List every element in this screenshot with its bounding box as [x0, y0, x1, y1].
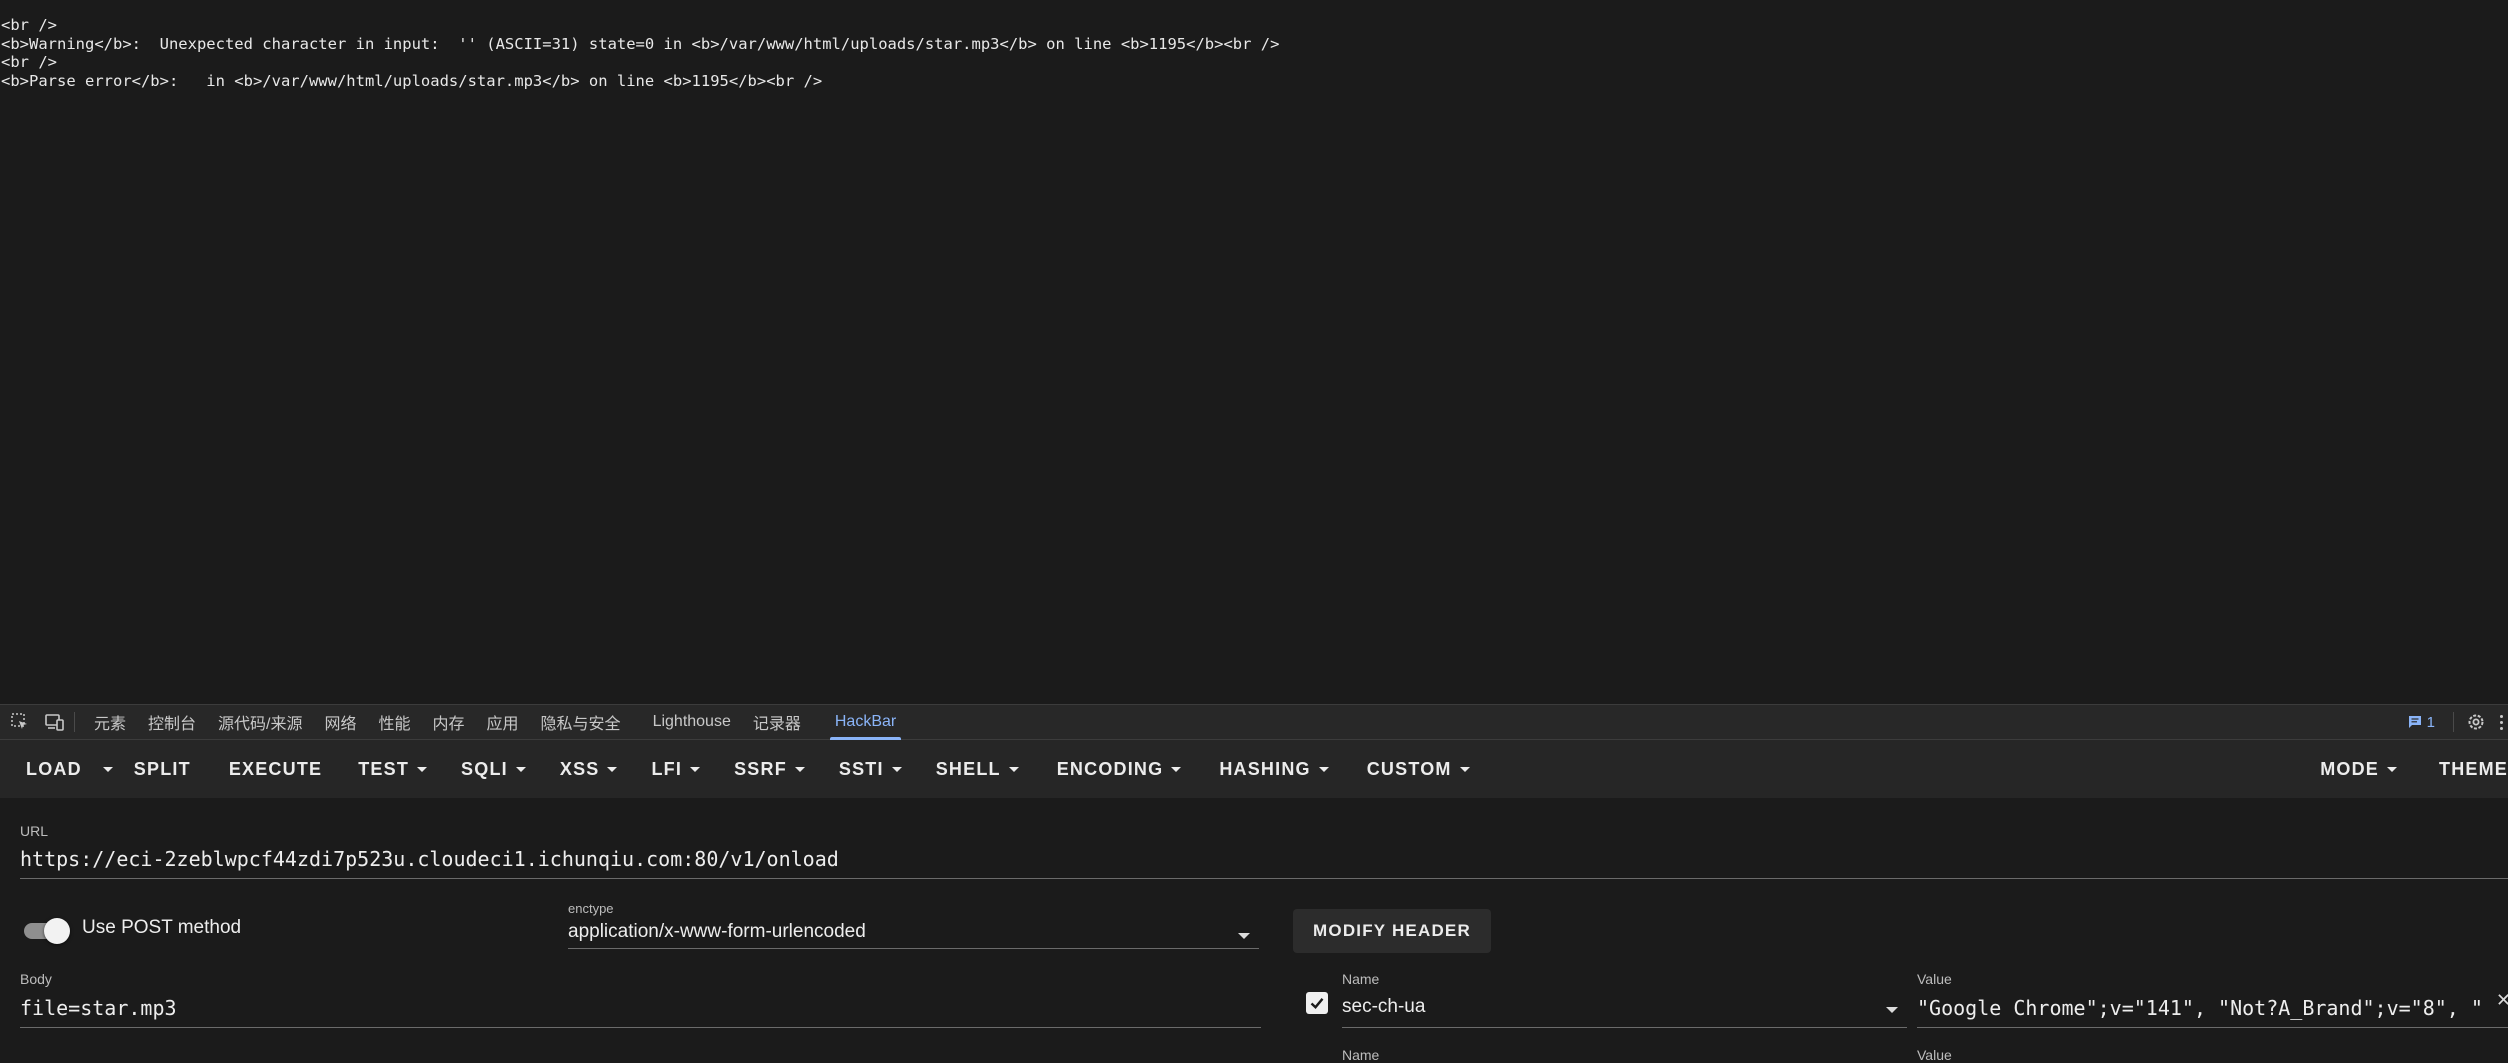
url-label: URL	[20, 823, 48, 839]
header-name-underline	[1342, 1027, 1907, 1028]
output-line-parse-error: <b>Parse error</b>: in <b>/var/www/html/…	[1, 72, 2508, 91]
sqli-menu[interactable]: SQLI	[448, 740, 539, 798]
lfi-menu[interactable]: LFI	[638, 740, 713, 798]
output-line: <br />	[1, 53, 2508, 72]
header-name-label: Name	[1342, 971, 1379, 987]
issues-count: 1	[2427, 714, 2435, 731]
tab-application[interactable]: 应用	[476, 704, 530, 740]
toolbar-divider	[74, 712, 75, 732]
mode-menu[interactable]: MODE	[2307, 740, 2410, 798]
chevron-down-icon	[690, 767, 700, 772]
chevron-down-icon	[417, 767, 427, 772]
theme-menu[interactable]: THEME	[2426, 740, 2508, 798]
tab-hackbar[interactable]: HackBar	[824, 704, 907, 740]
tab-recorder[interactable]: 记录器	[742, 704, 812, 740]
modify-header-button[interactable]: MODIFY HEADER	[1293, 909, 1491, 953]
custom-menu[interactable]: CUSTOM	[1354, 740, 1483, 798]
load-button[interactable]: LOAD	[0, 740, 95, 798]
chevron-down-icon	[1009, 767, 1019, 772]
xss-menu-label: XSS	[560, 759, 600, 780]
mode-menu-label: MODE	[2320, 759, 2379, 780]
output-line-warning: <b>Warning</b>: Unexpected character in …	[1, 35, 2508, 54]
chevron-down-icon	[2387, 767, 2397, 772]
tab-elements[interactable]: 元素	[83, 704, 137, 740]
device-toolbar-icon[interactable]	[40, 708, 68, 736]
post-method-label: Use POST method	[82, 917, 241, 939]
close-icon[interactable]: ✕	[2496, 990, 2508, 1011]
issues-counter[interactable]: 1	[2408, 714, 2435, 731]
header-value-label-2: Value	[1917, 1047, 1952, 1063]
test-menu[interactable]: TEST	[345, 740, 440, 798]
test-menu-label: TEST	[358, 759, 409, 780]
enctype-label: enctype	[568, 901, 614, 916]
ssti-menu[interactable]: SSTI	[826, 740, 915, 798]
xss-menu[interactable]: XSS	[547, 740, 631, 798]
tab-console[interactable]: 控制台	[137, 704, 207, 740]
load-options-caret[interactable]	[95, 740, 121, 798]
enctype-select[interactable]: application/x-www-form-urlencoded	[568, 921, 1228, 943]
tab-privacy-security[interactable]: 隐私与安全	[530, 704, 632, 740]
issues-message-icon	[2408, 715, 2422, 729]
chevron-down-icon	[1319, 767, 1329, 772]
hashing-menu[interactable]: HASHING	[1206, 740, 1341, 798]
header-name-label-2: Name	[1342, 1047, 1379, 1063]
chevron-down-icon	[516, 767, 526, 772]
header-value-label: Value	[1917, 971, 1952, 987]
inspect-element-icon[interactable]	[6, 708, 34, 736]
more-options-icon[interactable]	[2500, 715, 2508, 730]
chevron-down-icon	[1171, 767, 1181, 772]
tab-performance[interactable]: 性能	[368, 704, 422, 740]
sqli-menu-label: SQLI	[461, 759, 508, 780]
encoding-menu[interactable]: ENCODING	[1044, 740, 1195, 798]
header-enabled-checkbox[interactable]	[1306, 992, 1328, 1014]
shell-menu-label: SHELL	[936, 759, 1001, 780]
encoding-menu-label: ENCODING	[1057, 759, 1164, 780]
enctype-underline	[568, 948, 1259, 949]
chevron-down-icon	[795, 767, 805, 772]
hackbar-menu-bar: LOAD SPLIT EXECUTE TEST SQLI XSS LFI SSR…	[0, 740, 2508, 798]
post-method-toggle[interactable]	[22, 917, 70, 945]
toolbar-divider	[2453, 712, 2454, 732]
chevron-down-icon	[892, 767, 902, 772]
split-button[interactable]: SPLIT	[121, 740, 204, 798]
chevron-down-icon[interactable]	[1238, 933, 1250, 939]
ssti-menu-label: SSTI	[839, 759, 884, 780]
chevron-down-icon	[1460, 767, 1470, 772]
body-label: Body	[20, 971, 52, 987]
url-input[interactable]: https://eci-2zeblwpcf44zdi7p523u.cloudec…	[20, 847, 2500, 871]
chevron-down-icon	[607, 767, 617, 772]
shell-menu[interactable]: SHELL	[923, 740, 1032, 798]
execute-button[interactable]: EXECUTE	[216, 740, 335, 798]
header-name-input[interactable]: sec-ch-ua	[1342, 996, 1872, 1018]
hackbar-panel: URL https://eci-2zeblwpcf44zdi7p523u.clo…	[0, 798, 2508, 1063]
settings-gear-icon[interactable]	[2466, 712, 2486, 732]
hashing-menu-label: HASHING	[1219, 759, 1310, 780]
custom-menu-label: CUSTOM	[1367, 759, 1452, 780]
ssrf-menu[interactable]: SSRF	[721, 740, 818, 798]
tab-sources[interactable]: 源代码/来源	[207, 704, 313, 740]
url-underline	[20, 878, 2508, 879]
checkmark-icon	[1308, 994, 1326, 1012]
header-value-input[interactable]: "Google Chrome";v="141", "Not?A_Brand";v…	[1917, 996, 2487, 1020]
tab-lighthouse[interactable]: Lighthouse	[642, 704, 742, 740]
tab-memory[interactable]: 内存	[422, 704, 476, 740]
page-output: <br /> <b>Warning</b>: Unexpected charac…	[0, 0, 2508, 704]
devtools-tab-bar: 元素 控制台 源代码/来源 网络 性能 内存 应用 隐私与安全 Lighthou…	[0, 704, 2508, 740]
body-input[interactable]: file=star.mp3	[20, 996, 1260, 1020]
header-value-underline	[1917, 1027, 2508, 1028]
chevron-down-icon	[103, 767, 113, 772]
ssrf-menu-label: SSRF	[734, 759, 787, 780]
body-underline	[20, 1027, 1261, 1028]
tab-network[interactable]: 网络	[313, 704, 367, 740]
output-line: <br />	[1, 16, 2508, 35]
chevron-down-icon[interactable]	[1886, 1007, 1898, 1013]
lfi-menu-label: LFI	[651, 759, 682, 780]
